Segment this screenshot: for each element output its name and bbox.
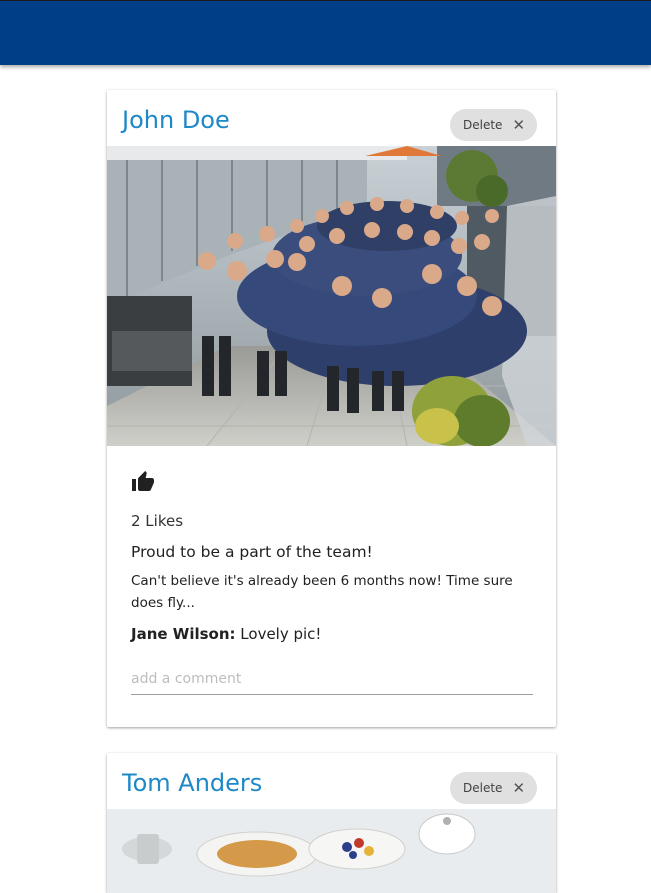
- post-card: John Doe Delete ✕ 2 Likes Proud to be a …: [107, 90, 556, 727]
- comment-user: Jane Wilson:: [131, 625, 236, 643]
- post-image: [107, 809, 556, 893]
- app-bar: [0, 0, 651, 65]
- post-header: Tom Anders Delete ✕: [107, 753, 556, 809]
- post-title: Proud to be a part of the team!: [131, 543, 373, 561]
- post-header: John Doe Delete ✕: [107, 90, 556, 146]
- comment-input[interactable]: [131, 663, 533, 695]
- likes-count: 2 Likes: [131, 512, 184, 530]
- post-author: Tom Anders: [122, 769, 263, 797]
- close-icon: ✕: [512, 778, 526, 797]
- post-image: [107, 146, 556, 446]
- post-text: Can't believe it's already been 6 months…: [131, 573, 513, 611]
- comment: Jane Wilson: Lovely pic!: [131, 625, 321, 643]
- delete-button[interactable]: Delete ✕: [450, 109, 537, 141]
- delete-button[interactable]: Delete ✕: [450, 772, 537, 804]
- post-author: John Doe: [122, 106, 230, 134]
- comment-text: Lovely pic!: [235, 625, 322, 643]
- close-icon: ✕: [512, 115, 526, 134]
- delete-label: Delete: [463, 781, 503, 795]
- thumb-up-icon[interactable]: [131, 470, 155, 494]
- post-card: Tom Anders Delete ✕: [107, 753, 556, 893]
- delete-label: Delete: [463, 118, 503, 132]
